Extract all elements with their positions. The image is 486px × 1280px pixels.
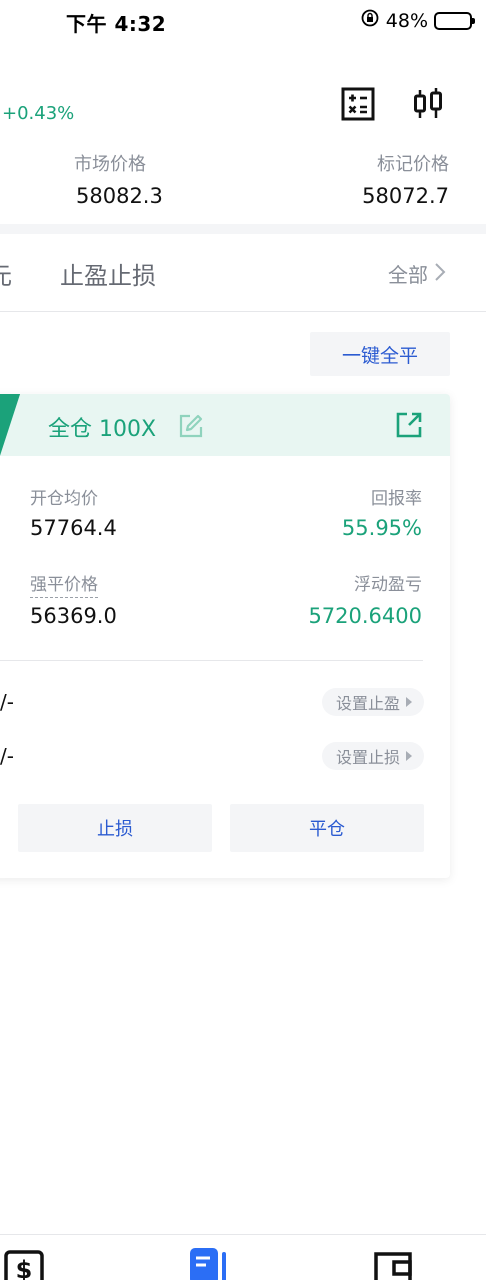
avg-open-price-value: 57764.4 xyxy=(30,516,117,540)
share-icon[interactable] xyxy=(395,411,423,443)
edit-icon[interactable] xyxy=(178,413,204,443)
close-position-button[interactable]: 平仓 xyxy=(230,804,424,852)
position-card: 全仓 100X 开仓均价 57764.4 回报率 55.95% 强平价格 563… xyxy=(0,394,450,878)
candlestick-icon[interactable] xyxy=(410,86,446,122)
filter-all[interactable]: 全部 xyxy=(388,259,446,288)
tab-tp-sl[interactable]: 止盈止损 xyxy=(60,256,156,291)
wallet-icon[interactable] xyxy=(372,1250,414,1280)
liquidation-price-value: 56369.0 xyxy=(30,604,117,628)
stop-loss-value: /- xyxy=(0,744,14,768)
stop-loss-button[interactable]: 止损 xyxy=(18,804,212,852)
filter-all-label: 全部 xyxy=(388,263,428,287)
unrealized-pnl-value: 5720.6400 xyxy=(308,604,422,628)
status-indicators: 48% xyxy=(360,8,475,33)
tabs-underline xyxy=(0,311,486,312)
set-stop-loss-button[interactable]: 设置止损 xyxy=(321,742,424,770)
chevron-right-icon xyxy=(434,262,446,286)
rotation-lock-icon xyxy=(360,8,380,33)
battery-icon xyxy=(434,11,475,30)
take-profit-value: /- xyxy=(0,690,14,714)
set-take-profit-button[interactable]: 设置止盈 xyxy=(321,688,424,716)
liquidation-price-label[interactable]: 强平价格 xyxy=(30,570,98,598)
position-card-header: 全仓 100X xyxy=(0,394,450,456)
direction-accent xyxy=(0,394,21,456)
orders-icon[interactable] xyxy=(190,1248,230,1280)
svg-text:$: $ xyxy=(16,1256,33,1280)
close-all-button[interactable]: 一键全平 xyxy=(310,332,450,376)
roe-value: 55.95% xyxy=(341,516,422,540)
card-divider xyxy=(0,660,423,661)
margin-leverage: 全仓 100X xyxy=(48,417,157,442)
dollar-icon[interactable]: $ xyxy=(4,1250,44,1280)
tab-partial[interactable]: 元 xyxy=(0,256,12,291)
mark-price-value: 58072.7 xyxy=(362,184,449,208)
section-divider xyxy=(0,224,486,234)
market-price-value: 58082.3 xyxy=(76,184,163,208)
bottom-nav-divider xyxy=(0,1234,486,1235)
status-time: 下午 4:32 xyxy=(66,12,167,36)
price-change: +0.43% xyxy=(2,103,75,124)
avg-open-price-label: 开仓均价 xyxy=(30,489,98,509)
unrealized-pnl-label: 浮动盈亏 xyxy=(354,575,422,595)
market-price-label: 市场价格 xyxy=(74,154,146,175)
calculator-icon[interactable] xyxy=(340,86,376,122)
battery-percent: 48% xyxy=(385,9,428,32)
mark-price-label: 标记价格 xyxy=(377,154,449,175)
roe-label: 回报率 xyxy=(371,489,422,509)
